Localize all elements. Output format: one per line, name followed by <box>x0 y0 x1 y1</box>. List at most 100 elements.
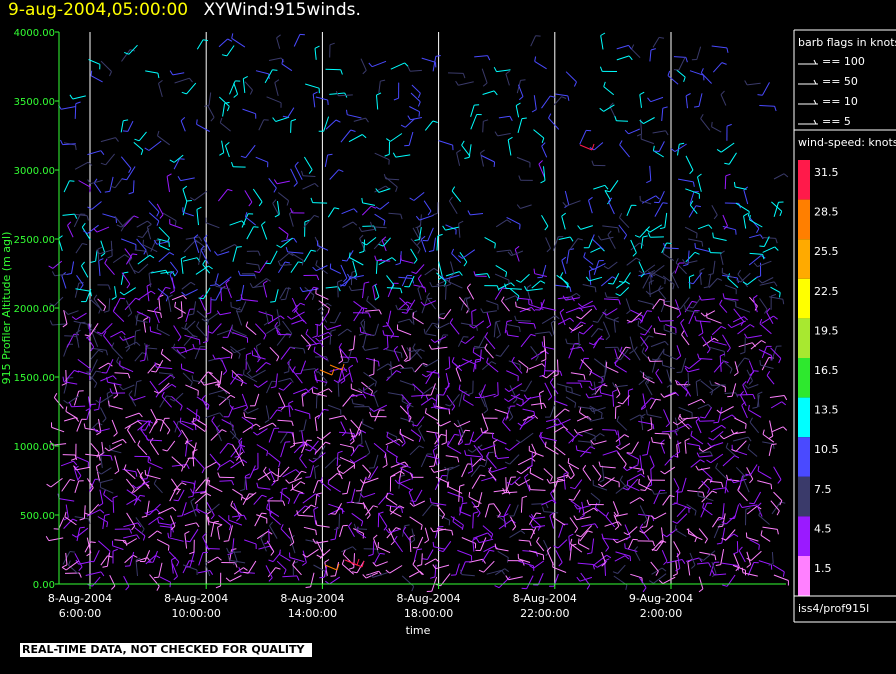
wind-barb-flag <box>561 96 567 99</box>
wind-barb-shaft <box>134 352 143 362</box>
y-tick-label: 0.00 <box>33 580 55 591</box>
wind-barb-flag <box>615 430 618 436</box>
wind-barb-flag <box>512 526 517 531</box>
wind-barb-shaft <box>640 416 644 431</box>
wind-barb-flag <box>526 367 529 373</box>
wind-barb-flag <box>383 173 387 180</box>
wind-barb-flag <box>104 447 110 452</box>
wind-barb-shaft <box>649 165 652 181</box>
wind-barb-flag <box>254 270 260 273</box>
wind-barb-flag <box>733 533 739 538</box>
wind-barb-flag <box>272 199 277 204</box>
wind-barb-shaft <box>411 394 426 397</box>
wind-barb-shaft <box>136 220 148 228</box>
wind-barb-shaft <box>230 459 243 469</box>
wind-barb-shaft <box>99 454 111 457</box>
wind-barb-flag <box>285 246 289 253</box>
wind-barb-shaft <box>687 490 704 493</box>
wind-barb-shaft <box>128 261 136 275</box>
wind-barb-flag <box>647 475 650 481</box>
wind-barb-flag <box>98 503 104 507</box>
wind-barb-flag <box>533 323 536 329</box>
colorbar-label: 25.5 <box>814 245 839 258</box>
wind-barb-shaft <box>353 300 364 310</box>
wind-barb-flag <box>463 336 469 338</box>
wind-barb-flag <box>316 275 320 281</box>
wind-barb-flag <box>511 356 515 362</box>
wind-barb-flag <box>623 234 628 240</box>
wind-barb-flag <box>433 267 439 272</box>
wind-barb-shaft <box>266 326 277 335</box>
wind-barb-shaft <box>451 253 462 264</box>
wind-barb-flag <box>570 538 573 544</box>
wind-barb-flag <box>530 299 533 305</box>
wind-barb-flag <box>616 393 621 399</box>
colorbar-swatch <box>798 476 810 517</box>
wind-barb-flag <box>384 153 390 157</box>
wind-barb-shaft <box>435 564 450 570</box>
wind-barb-flag <box>209 570 214 575</box>
wind-barb-flag <box>460 340 466 344</box>
wind-barb-flag <box>210 284 216 286</box>
wind-barb-flag <box>166 395 172 398</box>
wind-barb-flag <box>568 327 574 332</box>
wind-barb-shaft <box>207 548 220 550</box>
wind-barb-shaft <box>603 86 615 96</box>
wind-barb-flag <box>283 569 287 575</box>
wind-barb-flag <box>362 70 367 75</box>
wind-barb-flag <box>312 457 318 460</box>
wind-barb-shaft <box>725 284 737 290</box>
wind-barb-shaft <box>722 455 735 467</box>
wind-barb-shaft <box>112 438 124 445</box>
wind-barb-shaft <box>614 555 626 562</box>
wind-barb-shaft <box>735 202 750 213</box>
wind-barb-flag <box>84 334 90 337</box>
wind-barb-flag <box>401 311 407 314</box>
wind-barb-flag <box>506 320 512 322</box>
wind-barb-shaft <box>771 551 774 564</box>
wind-barb-flag <box>561 256 567 261</box>
wind-barb-shaft <box>398 301 408 310</box>
wind-barb-shaft <box>700 380 714 391</box>
wind-barb-shaft <box>348 367 353 383</box>
wind-barb-shaft <box>518 560 534 567</box>
wind-barb-flag <box>313 286 319 289</box>
wind-barb-shaft <box>743 189 749 205</box>
wind-barb-flag <box>51 271 56 277</box>
wind-barb-flag <box>438 394 444 396</box>
wind-barb-shaft <box>219 312 232 316</box>
wind-barb-shaft <box>722 214 728 227</box>
wind-barb-shaft <box>687 561 691 576</box>
wind-barb-shaft <box>158 226 170 239</box>
wind-barb-flag <box>600 32 606 36</box>
wind-barb-flag <box>692 181 695 187</box>
wind-barb-flag <box>160 348 164 354</box>
wind-barb-shaft <box>600 236 614 241</box>
wind-barb-flag <box>125 347 130 352</box>
wind-barb-shaft <box>299 458 308 469</box>
wind-barb-flag <box>468 491 471 497</box>
wind-barb-flag <box>364 281 370 284</box>
wind-barb-flag <box>623 532 629 536</box>
wind-barb-shaft <box>613 319 616 333</box>
wind-barb-shaft <box>427 549 434 560</box>
wind-barb-shaft <box>185 288 198 296</box>
wind-barb-shaft <box>507 139 512 156</box>
wind-barb-flag <box>409 197 415 201</box>
wind-barb-shaft <box>420 397 433 406</box>
wind-barb-shaft <box>541 306 557 311</box>
wind-barb-flag <box>588 386 593 391</box>
wind-barb-shaft <box>291 319 304 325</box>
wind-barb-flag <box>493 90 498 96</box>
wind-barb-flag <box>340 69 343 75</box>
wind-barb-shaft <box>361 228 377 232</box>
wind-barb-shaft <box>171 277 175 291</box>
wind-barb-flag <box>541 341 544 347</box>
wind-barb-shaft <box>408 570 421 578</box>
wind-barb-shaft <box>421 553 423 565</box>
wind-barb-flag <box>612 389 618 393</box>
wind-barb-flag <box>661 360 664 366</box>
wind-barb-flag <box>268 577 273 582</box>
wind-barb-flag <box>426 292 431 298</box>
wind-barb-shaft <box>65 410 78 420</box>
